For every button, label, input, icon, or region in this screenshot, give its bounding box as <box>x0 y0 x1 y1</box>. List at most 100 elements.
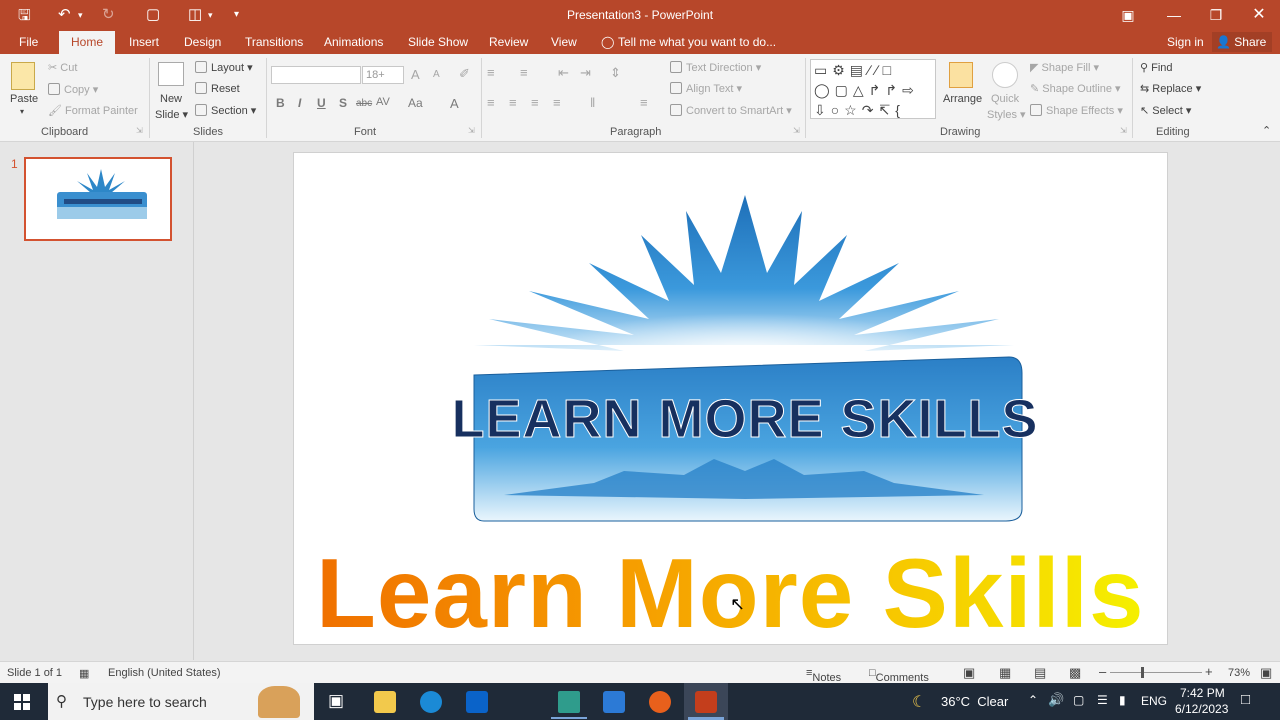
paste-dropdown-icon[interactable]: ▾ <box>20 107 24 116</box>
new-slide-icon[interactable] <box>158 62 184 86</box>
grow-font-button[interactable]: A <box>411 67 420 82</box>
tab-design[interactable]: Design <box>184 35 221 49</box>
close-button[interactable]: ✕ <box>1245 4 1273 26</box>
character-spacing-button[interactable]: AV <box>376 96 390 108</box>
select-button[interactable]: ↖ Select ▾ <box>1140 104 1191 117</box>
zoom-in-button[interactable]: + <box>1205 664 1213 679</box>
text-direction-button[interactable]: Text Direction ▾ <box>670 61 761 74</box>
shape-outline-button[interactable]: ✎ Shape Outline ▾ <box>1030 82 1121 95</box>
task-view-icon[interactable]: ▣ <box>328 691 344 711</box>
tab-review[interactable]: Review <box>489 35 528 49</box>
normal-view-icon[interactable]: ▣ <box>963 665 975 681</box>
powerpoint-taskbar-button[interactable] <box>684 683 728 720</box>
sign-in-link[interactable]: Sign in <box>1167 35 1204 49</box>
text-shadow-button[interactable]: S <box>339 96 347 110</box>
slideshow-view-icon[interactable]: ▩ <box>1069 665 1081 681</box>
tab-transitions[interactable]: Transitions <box>245 35 303 49</box>
zoom-out-button[interactable]: – <box>1099 664 1106 679</box>
clock-date[interactable]: 6/12/2023 <box>1175 702 1228 716</box>
clear-formatting-icon[interactable]: ✐ <box>459 66 470 82</box>
decrease-indent-icon[interactable]: ⇤ <box>558 65 569 81</box>
minimize-button[interactable]: — <box>1160 4 1188 26</box>
align-center-icon[interactable]: ≡ <box>509 95 517 110</box>
drawing-launcher-icon[interactable]: ⇲ <box>1120 126 1127 135</box>
justify-icon[interactable]: ≡ <box>553 95 561 110</box>
underline-button[interactable]: U <box>317 96 326 110</box>
font-name-box[interactable] <box>271 66 361 84</box>
font-launcher-icon[interactable]: ⇲ <box>468 126 475 135</box>
tab-home[interactable]: Home <box>59 31 116 54</box>
moon-weather-icon[interactable]: ☾ <box>912 692 926 712</box>
cut-button[interactable]: ✂ Cut <box>48 61 77 74</box>
replace-button[interactable]: ⇆ Replace ▾ <box>1140 82 1201 95</box>
microsoft-store-icon[interactable] <box>603 691 625 713</box>
arrange-icon[interactable] <box>949 62 973 88</box>
spell-check-icon[interactable]: ▦ <box>79 667 89 680</box>
shape-effects-button[interactable]: Shape Effects ▾ <box>1030 104 1123 117</box>
notes-button[interactable]: ≡ Notes <box>806 667 841 684</box>
quick-styles-label-1[interactable]: Quick <box>991 93 1019 105</box>
convert-smartart-button[interactable]: Convert to SmartArt ▾ <box>670 104 792 117</box>
section-button[interactable]: Section ▾ <box>195 104 256 117</box>
quick-styles-button[interactable]: Styles ▾ <box>987 108 1026 121</box>
mail-icon[interactable] <box>466 691 488 713</box>
slide-canvas[interactable]: LEARN MORE SKILLS Learn More Skills <box>293 152 1168 648</box>
line-spacing-icon[interactable]: ⇕ <box>610 65 621 81</box>
copy-button[interactable]: Copy ▾ <box>48 83 98 96</box>
zoom-slider-thumb[interactable] <box>1141 667 1144 678</box>
fit-to-window-icon[interactable]: ▣ <box>1260 665 1272 681</box>
layout-button[interactable]: Layout ▾ <box>195 61 253 74</box>
tab-file[interactable]: File <box>19 35 38 49</box>
slide-thumbnail[interactable] <box>24 157 172 241</box>
tab-animations[interactable]: Animations <box>324 35 383 49</box>
shrink-font-button[interactable]: A <box>433 69 440 80</box>
strikethrough-button[interactable]: abc <box>356 98 372 109</box>
notification-center-icon[interactable]: □ <box>1241 691 1250 708</box>
zoom-slider[interactable] <box>1110 672 1202 673</box>
windows-start-icon[interactable] <box>14 694 30 710</box>
format-painter-button[interactable]: 🖌 Format Painter <box>48 104 138 117</box>
taskbar-search-box[interactable]: ⚲ Type here to search <box>48 683 314 720</box>
font-size-box[interactable]: 18+ <box>362 66 404 84</box>
battery-icon[interactable]: ▮ <box>1119 693 1126 707</box>
volume-icon[interactable]: 🔊 <box>1048 692 1064 708</box>
align-right-icon[interactable]: ≡ <box>531 95 539 110</box>
align-text-button[interactable]: Align Text ▾ <box>670 82 742 95</box>
change-case-button[interactable]: Aa <box>408 96 423 110</box>
clipboard-launcher-icon[interactable]: ⇲ <box>136 126 143 135</box>
paste-icon[interactable] <box>11 62 35 90</box>
share-button[interactable]: 👤 Share <box>1212 32 1273 52</box>
logo-graphic[interactable]: LEARN MORE SKILLS <box>294 153 1167 533</box>
numbering-icon[interactable]: ≡ <box>520 65 528 80</box>
tab-insert[interactable]: Insert <box>129 35 159 49</box>
bullets-icon[interactable]: ≡ <box>487 65 495 80</box>
file-explorer-icon[interactable] <box>374 691 396 713</box>
edge-browser-icon[interactable] <box>420 691 442 713</box>
increase-indent-icon[interactable]: ⇥ <box>580 65 591 81</box>
new-slide-label-1[interactable]: New <box>160 93 182 105</box>
ribbon-display-options-icon[interactable]: ▣ <box>1114 4 1142 26</box>
paragraph-launcher-icon[interactable]: ⇲ <box>793 126 800 135</box>
firefox-icon[interactable] <box>649 691 671 713</box>
italic-button[interactable]: I <box>298 96 301 110</box>
align-left-icon[interactable]: ≡ <box>487 95 495 110</box>
quick-styles-icon[interactable] <box>992 62 1018 88</box>
comments-button[interactable]: □ Comments <box>869 667 929 684</box>
collapse-ribbon-icon[interactable]: ⌃ <box>1262 124 1271 137</box>
zoom-level[interactable]: 73% <box>1228 667 1250 679</box>
language-indicator-taskbar[interactable]: ENG <box>1141 694 1167 708</box>
text-direction-small-icon[interactable]: ≡ <box>640 95 648 110</box>
clock-time[interactable]: 7:42 PM <box>1180 686 1225 700</box>
tab-view[interactable]: View <box>551 35 577 49</box>
tab-slide-show[interactable]: Slide Show <box>408 35 468 49</box>
show-hidden-icons-chevron-icon[interactable]: ⌃ <box>1028 693 1038 707</box>
maximize-button[interactable]: ❐ <box>1202 4 1230 26</box>
slide-sorter-icon[interactable]: ▦ <box>999 665 1011 681</box>
font-color-button[interactable]: A <box>450 96 459 111</box>
columns-icon[interactable]: ‖ <box>590 95 595 110</box>
usb-device-icon[interactable]: ▢ <box>1073 693 1084 707</box>
tell-me-box[interactable]: Tell me what you want to do... <box>618 35 776 49</box>
shape-fill-button[interactable]: ◤ Shape Fill ▾ <box>1030 61 1099 74</box>
wifi-icon[interactable]: ☰ <box>1097 693 1108 707</box>
paste-button[interactable]: Paste <box>10 93 38 105</box>
